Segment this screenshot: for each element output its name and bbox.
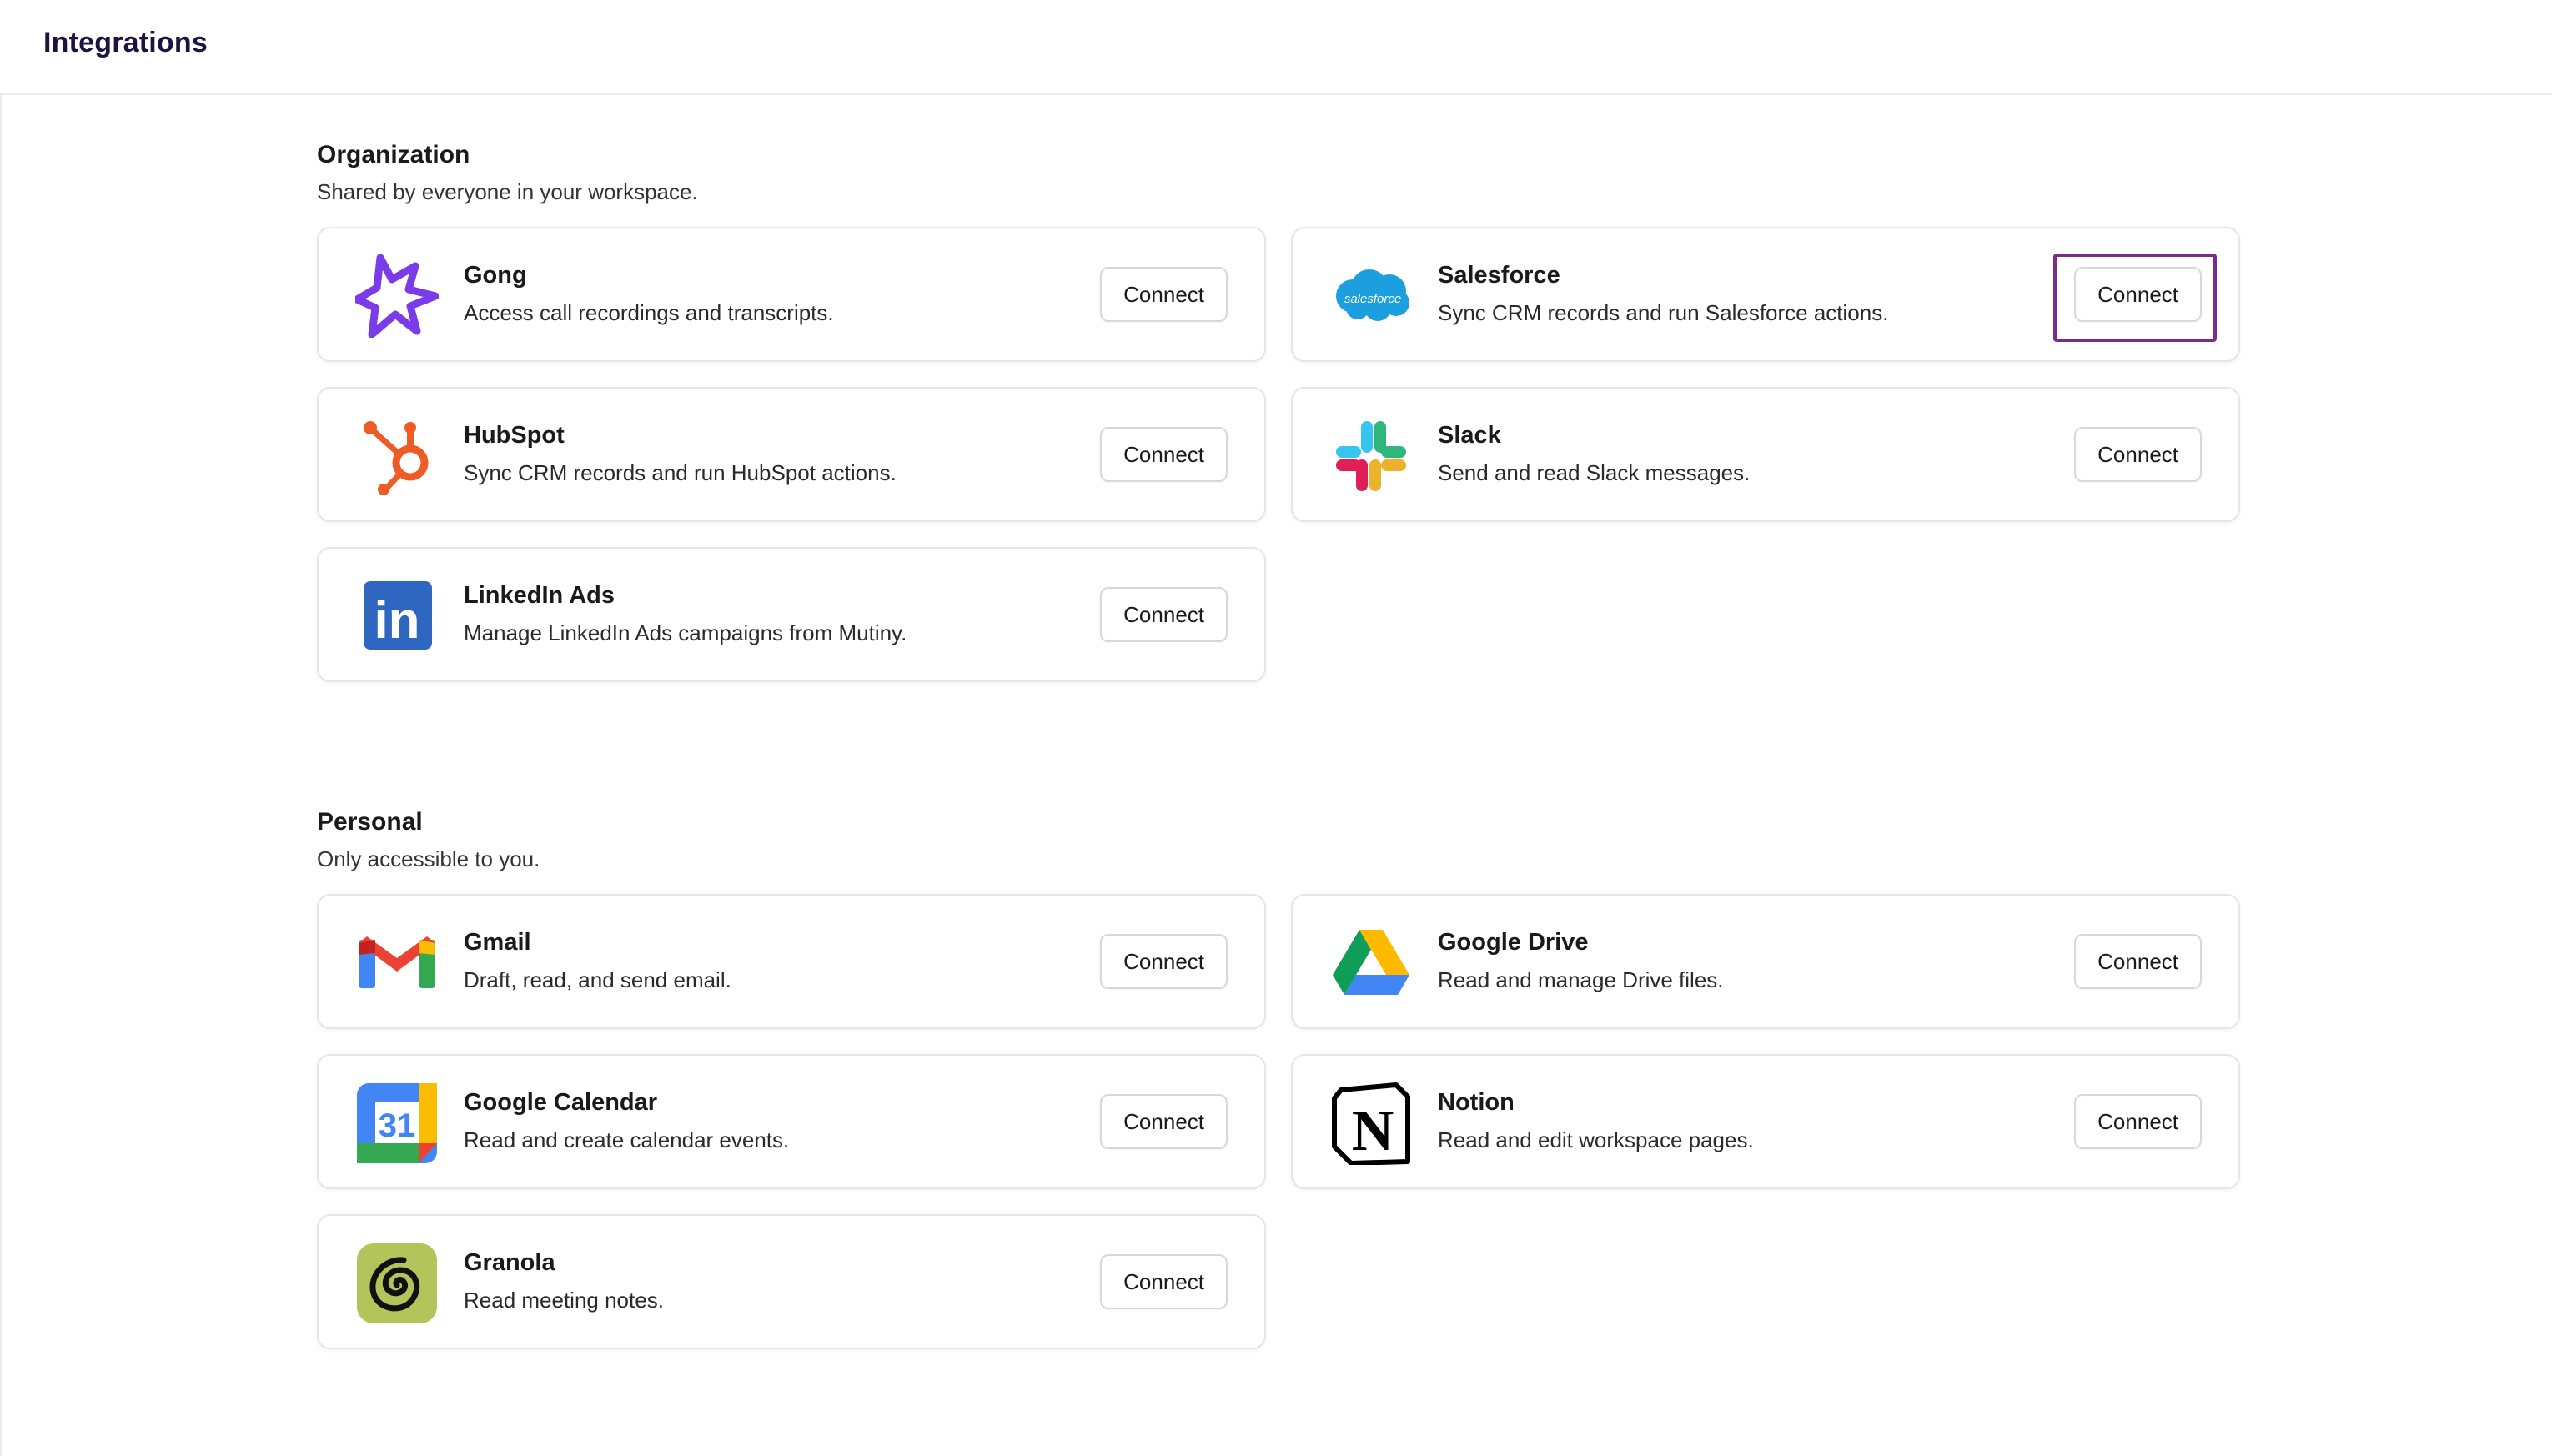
salesforce-icon: salesforce — [1329, 254, 1413, 338]
integration-card-linkedin-ads: in LinkedIn Ads Manage LinkedIn Ads camp… — [317, 547, 1266, 682]
gmail-icon — [355, 921, 439, 1005]
connect-salesforce-button[interactable]: Connect — [2074, 267, 2202, 322]
integration-name: Google Drive — [1438, 929, 1589, 956]
linkedin-logo-text: in — [374, 592, 419, 650]
hubspot-icon — [355, 414, 439, 498]
integration-description: Manage LinkedIn Ads campaigns from Mutin… — [464, 620, 907, 645]
integration-card-google-drive: Google Drive Read and manage Drive files… — [1291, 894, 2240, 1029]
integration-card-hubspot: HubSpot Sync CRM records and run HubSpot… — [317, 387, 1266, 522]
personal-section: Personal Only accessible to you. Gmail D… — [317, 806, 2240, 1349]
salesforce-logo-text: salesforce — [1344, 292, 1401, 306]
section-title-organization: Organization — [317, 141, 470, 168]
integration-name: Google Calendar — [464, 1089, 658, 1116]
connect-google-calendar-button[interactable]: Connect — [1100, 1094, 1228, 1149]
integration-name: HubSpot — [464, 422, 565, 449]
integration-card-slack: Slack Send and read Slack messages. Conn… — [1291, 387, 2240, 522]
notion-logo-text: N — [1352, 1099, 1394, 1163]
connect-hubspot-button[interactable]: Connect — [1100, 427, 1228, 482]
connect-granola-button[interactable]: Connect — [1100, 1254, 1228, 1309]
integration-description: Send and read Slack messages. — [1438, 460, 1751, 485]
integration-card-salesforce: salesforce Salesforce Sync CRM records a… — [1291, 227, 2240, 362]
integration-description: Read meeting notes. — [464, 1288, 664, 1313]
integration-card-gong: Gong Access call recordings and transcri… — [317, 227, 1266, 362]
integration-card-notion: N Notion Read and edit workspace pages. … — [1291, 1054, 2240, 1189]
granola-icon — [355, 1242, 439, 1325]
integration-card-gmail: Gmail Draft, read, and send email. Conne… — [317, 894, 1266, 1029]
connect-slack-button[interactable]: Connect — [2074, 427, 2202, 482]
integration-name: Gong — [464, 262, 527, 289]
connect-notion-button[interactable]: Connect — [2074, 1094, 2202, 1149]
integration-description: Sync CRM records and run HubSpot actions… — [464, 460, 897, 485]
connect-google-drive-button[interactable]: Connect — [2074, 934, 2202, 989]
integration-name: Salesforce — [1438, 262, 1560, 289]
section-subtitle-personal: Only accessible to you. — [317, 846, 540, 871]
connect-gong-button[interactable]: Connect — [1100, 267, 1228, 322]
connect-gmail-button[interactable]: Connect — [1100, 934, 1228, 989]
linkedin-icon: in — [355, 575, 439, 658]
integration-name: Notion — [1438, 1089, 1515, 1116]
integration-name: Gmail — [464, 929, 531, 956]
integration-description: Sync CRM records and run Salesforce acti… — [1438, 300, 1889, 325]
integration-name: Slack — [1438, 422, 1501, 449]
integration-card-granola: Granola Read meeting notes. Connect — [317, 1214, 1266, 1349]
calendar-logo-text: 31 — [379, 1107, 416, 1144]
gong-icon — [355, 254, 439, 338]
integration-name: LinkedIn Ads — [464, 582, 615, 609]
integration-description: Draft, read, and send email. — [464, 967, 731, 992]
top-bar: Integrations — [0, 0, 2552, 95]
integration-name: Granola — [464, 1249, 555, 1276]
integration-description: Read and manage Drive files. — [1438, 967, 1724, 992]
google-calendar-icon: 31 — [355, 1082, 439, 1165]
integration-card-google-calendar: 31 Google Calendar Read and create calen… — [317, 1054, 1266, 1189]
slack-icon — [1329, 414, 1413, 498]
connect-linkedin-ads-button[interactable]: Connect — [1100, 587, 1228, 642]
section-subtitle-organization: Shared by everyone in your workspace. — [317, 179, 698, 204]
integration-description: Read and edit workspace pages. — [1438, 1127, 1754, 1152]
personal-grid: Gmail Draft, read, and send email. Conne… — [317, 894, 2240, 1349]
notion-icon: N — [1329, 1082, 1413, 1165]
integration-description: Read and create calendar events. — [464, 1127, 790, 1152]
page-title: Integrations — [43, 27, 208, 58]
google-drive-icon — [1329, 921, 1413, 1005]
integration-description: Access call recordings and transcripts. — [464, 300, 834, 325]
section-title-personal: Personal — [317, 808, 423, 836]
organization-grid: Gong Access call recordings and transcri… — [317, 227, 2240, 682]
organization-section: Organization Shared by everyone in your … — [317, 138, 2240, 682]
